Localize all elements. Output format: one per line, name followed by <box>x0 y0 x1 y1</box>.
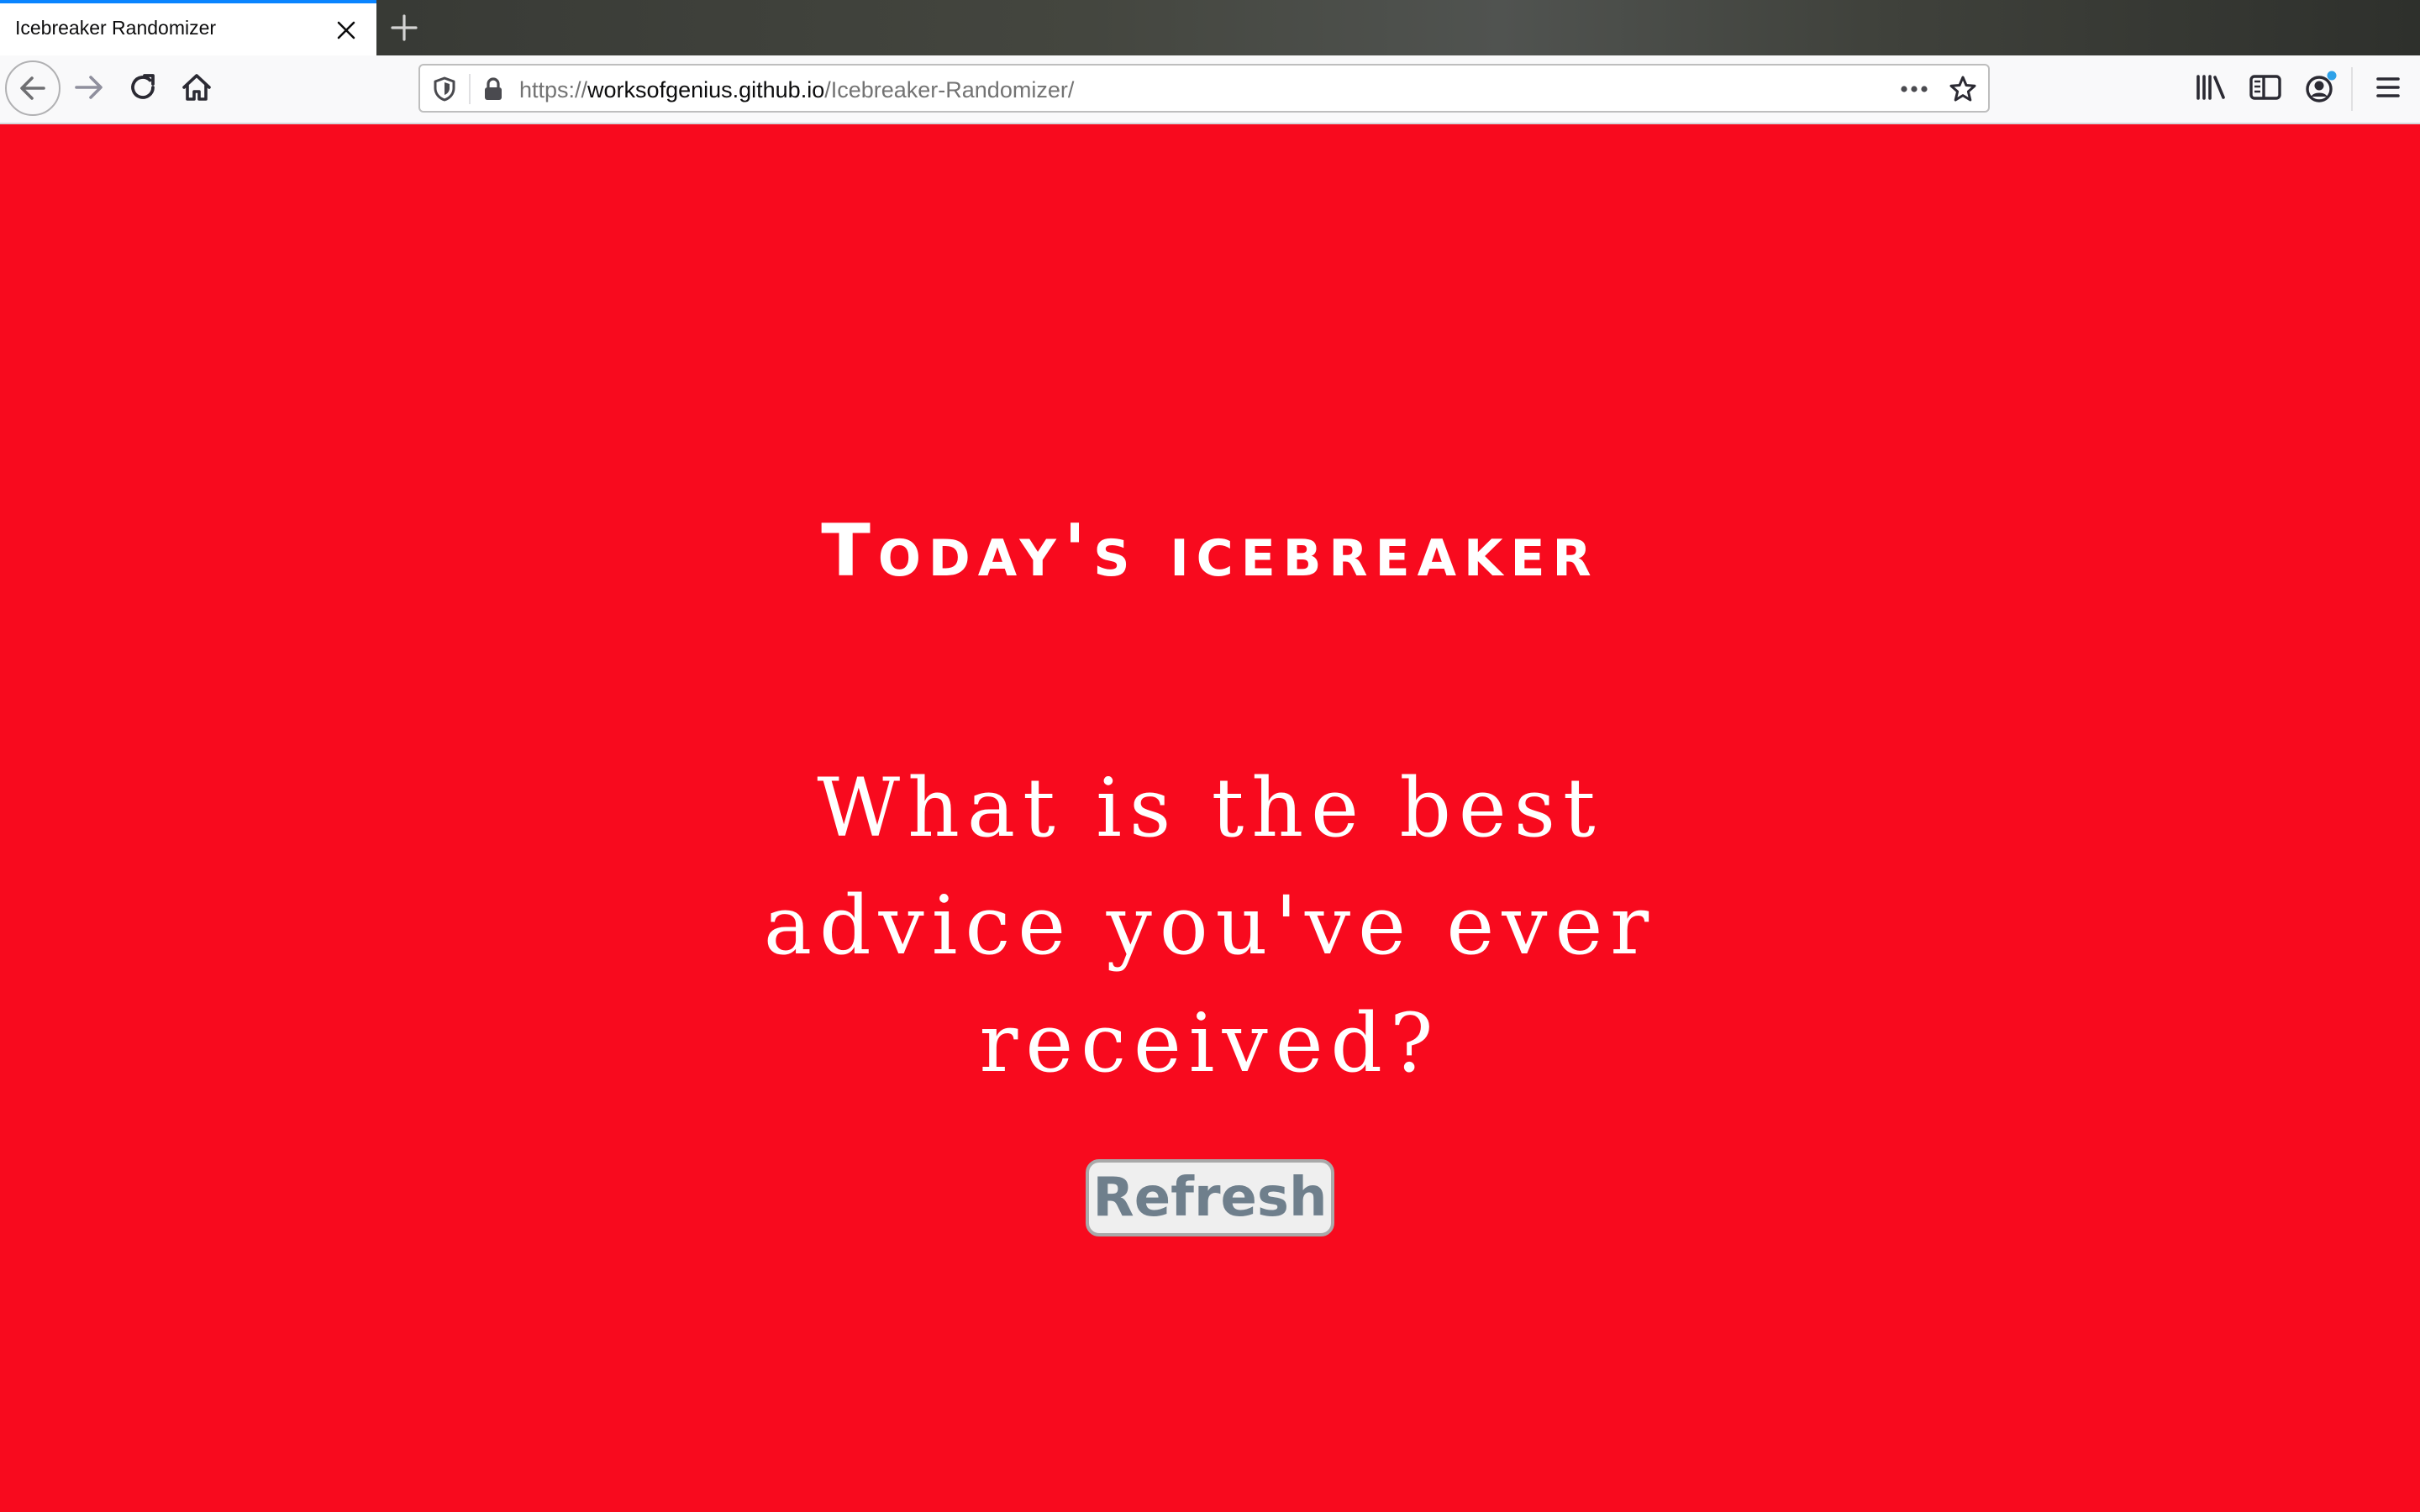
navigation-toolbar: https://worksofgenius.github.io/Icebreak… <box>0 55 2420 124</box>
url-text[interactable]: https://worksofgenius.github.io/Icebreak… <box>519 77 1074 103</box>
url-host: worksofgenius.github.io <box>587 77 825 102</box>
new-tab-plus-icon[interactable] <box>390 13 418 42</box>
tracking-protection-shield-icon[interactable] <box>432 76 457 102</box>
tab-title: Icebreaker Randomizer <box>15 17 217 39</box>
sidebar-icon[interactable] <box>2247 69 2284 106</box>
tab-strip: Icebreaker Randomizer <box>0 0 2420 55</box>
page-content: Today's icebreaker What is the best advi… <box>0 124 2420 1512</box>
url-path: /Icebreaker-Randomizer/ <box>824 77 1075 102</box>
bookmark-star-icon[interactable] <box>1948 74 1978 104</box>
tab-icebreaker-randomizer[interactable]: Icebreaker Randomizer <box>0 0 376 55</box>
toolbar-divider <box>2351 67 2353 111</box>
home-icon[interactable] <box>178 69 215 106</box>
url-bar-divider <box>469 74 471 104</box>
url-scheme: https:// <box>519 77 588 102</box>
refresh-button[interactable]: Refresh <box>1086 1159 1334 1236</box>
forward-arrow-icon[interactable] <box>71 69 108 106</box>
url-bar[interactable]: https://worksofgenius.github.io/Icebreak… <box>418 64 1990 113</box>
account-avatar-icon[interactable] <box>2301 69 2338 106</box>
reload-icon[interactable] <box>124 69 161 106</box>
icebreaker-question: What is the best advice you've ever rece… <box>763 761 1657 1090</box>
hamburger-menu-icon[interactable] <box>2370 69 2407 106</box>
close-icon[interactable] <box>334 18 358 42</box>
page-actions-ellipsis-icon[interactable] <box>1899 76 1929 102</box>
back-arrow-icon[interactable] <box>5 60 60 116</box>
library-icon[interactable] <box>2193 69 2230 106</box>
lock-icon[interactable] <box>482 76 504 102</box>
page-heading: Today's icebreaker <box>821 509 1599 593</box>
